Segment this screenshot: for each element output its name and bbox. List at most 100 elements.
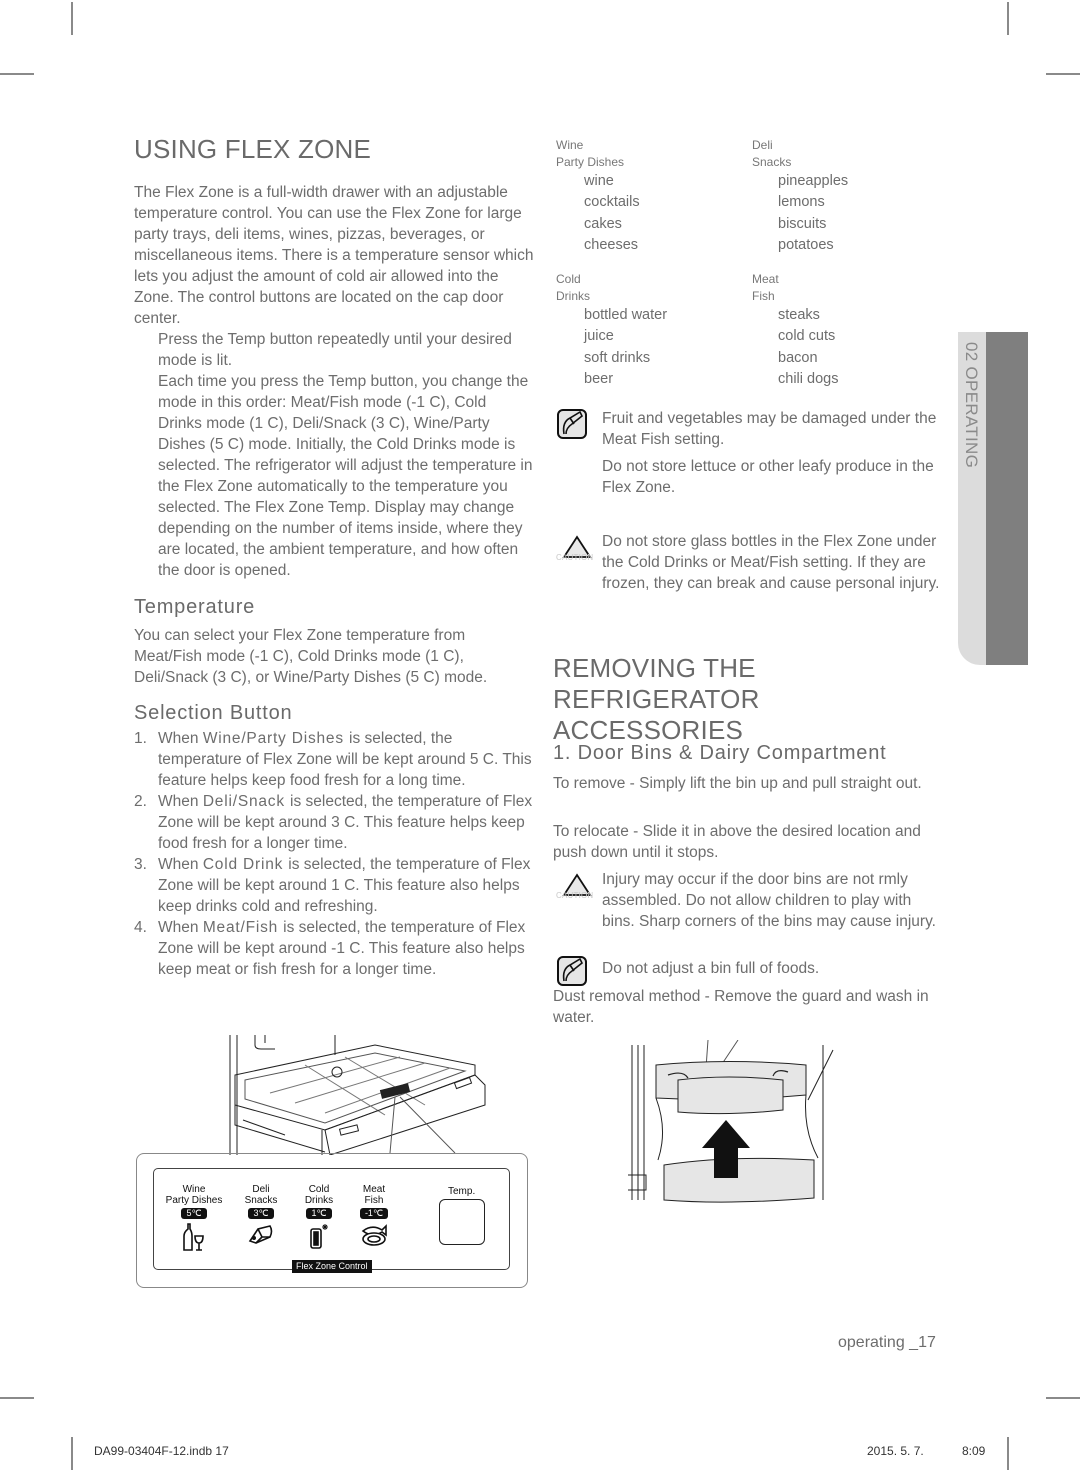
- food-item: steaks: [778, 307, 820, 323]
- selection-item: 3. When Cold Drink is selected, the tempe…: [134, 854, 534, 917]
- door-bin-removal-illustration: [628, 1040, 834, 1203]
- food-item: bacon: [778, 349, 818, 366]
- category-label: Party Dishes: [556, 155, 625, 169]
- flex-zone-control-label: Flex Zone Control: [292, 1260, 372, 1273]
- category-label: Wine: [556, 138, 584, 152]
- remove-instructions: To remove - Simply lift the bin up and p…: [553, 775, 922, 792]
- can-cold-icon: [310, 1224, 328, 1249]
- mode-label: Meat: [362, 1184, 386, 1195]
- section-title-flex-zone: USING FLEX ZONE: [134, 134, 372, 164]
- temperature-heading: Temperature: [134, 596, 256, 618]
- food-category-meat-fish: Meat Fish steaks cold cuts bacon chili d…: [752, 271, 942, 390]
- crop-mark: [71, 1437, 73, 1470]
- crop-mark: [1007, 2, 1009, 35]
- intro-paragraph: The Flex Zone is a full-width drawer wit…: [134, 184, 534, 327]
- temperature-paragraph: You can select your Flex Zone temperatur…: [134, 627, 488, 686]
- selection-item: 4. When Meat/Fish is selected, the temper…: [134, 917, 534, 980]
- category-label: Drinks: [556, 289, 591, 303]
- food-category-wine-party-dishes: Wine Party Dishes wine cocktails cakes c…: [556, 137, 746, 256]
- footer-file-name: DA99-03404F-12.indb 17: [94, 1444, 229, 1458]
- mode-wine-party-dishes: Wine Party Dishes 5℃: [159, 1184, 229, 1251]
- food-category-cold-drinks: Cold Drinks bottled water juice soft dri…: [556, 271, 746, 390]
- item-text: When Wine/Party Dishes is selected, the …: [158, 730, 532, 789]
- section-title-removing-accessories: REMOVING THE REFRIGERATOR ACCESSORIES: [553, 653, 953, 746]
- footer-date: 2015. 5. 7.: [867, 1444, 924, 1458]
- crop-mark: [71, 2, 73, 35]
- title-line: REMOVING THE: [553, 653, 756, 683]
- tab-dark-strip: [986, 332, 1028, 665]
- crop-mark: [1007, 1437, 1009, 1470]
- food-category-deli-snacks: Deli Snacks pineapples lemons biscuits p…: [752, 137, 942, 256]
- food-item: soft drinks: [584, 349, 651, 366]
- footer-time: 8:09: [962, 1444, 986, 1458]
- crop-mark: [0, 1397, 34, 1399]
- food-item: juice: [584, 328, 614, 345]
- item-number: 4.: [134, 919, 147, 936]
- food-item: cocktails: [584, 194, 640, 211]
- mode-label: Wine: [182, 1184, 206, 1195]
- item-number: 3.: [134, 856, 147, 873]
- caution-block: CAUTION Do not store glass bottles in th…: [556, 531, 946, 594]
- note-text: Fruit and vegetables may be damaged unde…: [602, 410, 937, 448]
- item-text: When Deli/Snack is selected, the tempera…: [158, 793, 533, 852]
- food-item: cakes: [584, 215, 622, 232]
- food-item: cheeses: [584, 236, 639, 253]
- food-item: chili dogs: [778, 370, 839, 387]
- control-panel-face: Wine Party Dishes 5℃ Deli Snacks 3℃ Cold…: [153, 1168, 510, 1273]
- mode-meat-fish: Meat Fish -1℃: [339, 1184, 409, 1247]
- food-item: beer: [584, 370, 614, 387]
- temp-button-label: Temp.: [448, 1186, 476, 1197]
- food-item: pineapples: [778, 173, 849, 189]
- dust-removal-text: Dust removal method - Remove the guard a…: [553, 988, 929, 1026]
- caution-block: CAUTION Injury may occur if the door bin…: [556, 869, 946, 932]
- item-text: When Cold Drink is selected, the tempera…: [158, 856, 531, 915]
- crop-mark: [1046, 73, 1080, 75]
- flex-zone-control-panel: Wine Party Dishes 5℃ Deli Snacks 3℃ Cold…: [136, 1153, 528, 1288]
- left-column: USING FLEX ZONE The Flex Zone is a full-…: [134, 134, 534, 980]
- selection-list: 1. When Wine/Party Dishes is selected, th…: [134, 728, 534, 980]
- cheese-icon: [248, 1225, 273, 1244]
- caution-label: CAUTION: [556, 553, 594, 562]
- crop-mark: [1046, 1397, 1080, 1399]
- note-block: Do not adjust a bin full of foods.: [556, 955, 946, 986]
- caution-text: Do not store glass bottles in the Flex Z…: [602, 533, 940, 592]
- item-number: 2.: [134, 793, 147, 810]
- title-line: REFRIGERATOR ACCESSORIES: [553, 684, 760, 745]
- mode-label: Fish: [364, 1195, 384, 1206]
- food-item: lemons: [778, 194, 825, 211]
- category-label: Fish: [752, 289, 775, 303]
- category-label: Cold: [556, 272, 581, 286]
- food-item: wine: [584, 173, 614, 189]
- wine-bottle-glass-icon: [183, 1223, 204, 1251]
- page-number: operating _17: [838, 1334, 936, 1351]
- note-pencil-icon: [557, 409, 587, 439]
- note-block: Fruit and vegetables may be damaged unde…: [556, 408, 946, 498]
- category-label: Snacks: [752, 155, 792, 169]
- caution-label: CAUTION: [556, 891, 594, 900]
- step-1: Press the Temp button repeatedly until y…: [158, 331, 512, 369]
- food-item: cold cuts: [778, 328, 836, 345]
- chapter-side-tab: 02 OPERATING: [958, 332, 1028, 665]
- crop-mark: [0, 73, 34, 75]
- selection-item: 1. When Wine/Party Dishes is selected, th…: [134, 728, 534, 791]
- item-text: When Meat/Fish is selected, the temperat…: [158, 919, 526, 978]
- meat-fish-icon: [361, 1224, 387, 1246]
- category-label: Meat: [752, 272, 779, 286]
- relocate-instructions: To relocate - Slide it in above the desi…: [553, 823, 921, 861]
- note-pencil-icon: [557, 956, 587, 986]
- caution-text: Injury may occur if the door bins are no…: [602, 871, 936, 930]
- note-text: Do not adjust a bin full of foods.: [602, 960, 820, 977]
- chapter-label: 02 OPERATING: [962, 342, 981, 469]
- selection-heading: Selection Button: [134, 702, 293, 724]
- food-item: potatoes: [778, 236, 834, 253]
- mode-temp-badge: -1℃: [359, 1208, 389, 1219]
- food-item: bottled water: [584, 307, 668, 323]
- food-item: biscuits: [778, 215, 827, 232]
- mode-temp-badge: 5℃: [181, 1208, 207, 1219]
- door-bins-heading: 1. Door Bins & Dairy Compartment: [553, 742, 887, 764]
- step-2: Each time you press the Temp button, you…: [158, 373, 533, 579]
- flex-zone-drawer-illustration: [229, 1035, 486, 1155]
- category-label: Deli: [752, 138, 773, 152]
- mode-temp-badge: 3℃: [248, 1208, 274, 1219]
- temp-button[interactable]: [439, 1199, 485, 1245]
